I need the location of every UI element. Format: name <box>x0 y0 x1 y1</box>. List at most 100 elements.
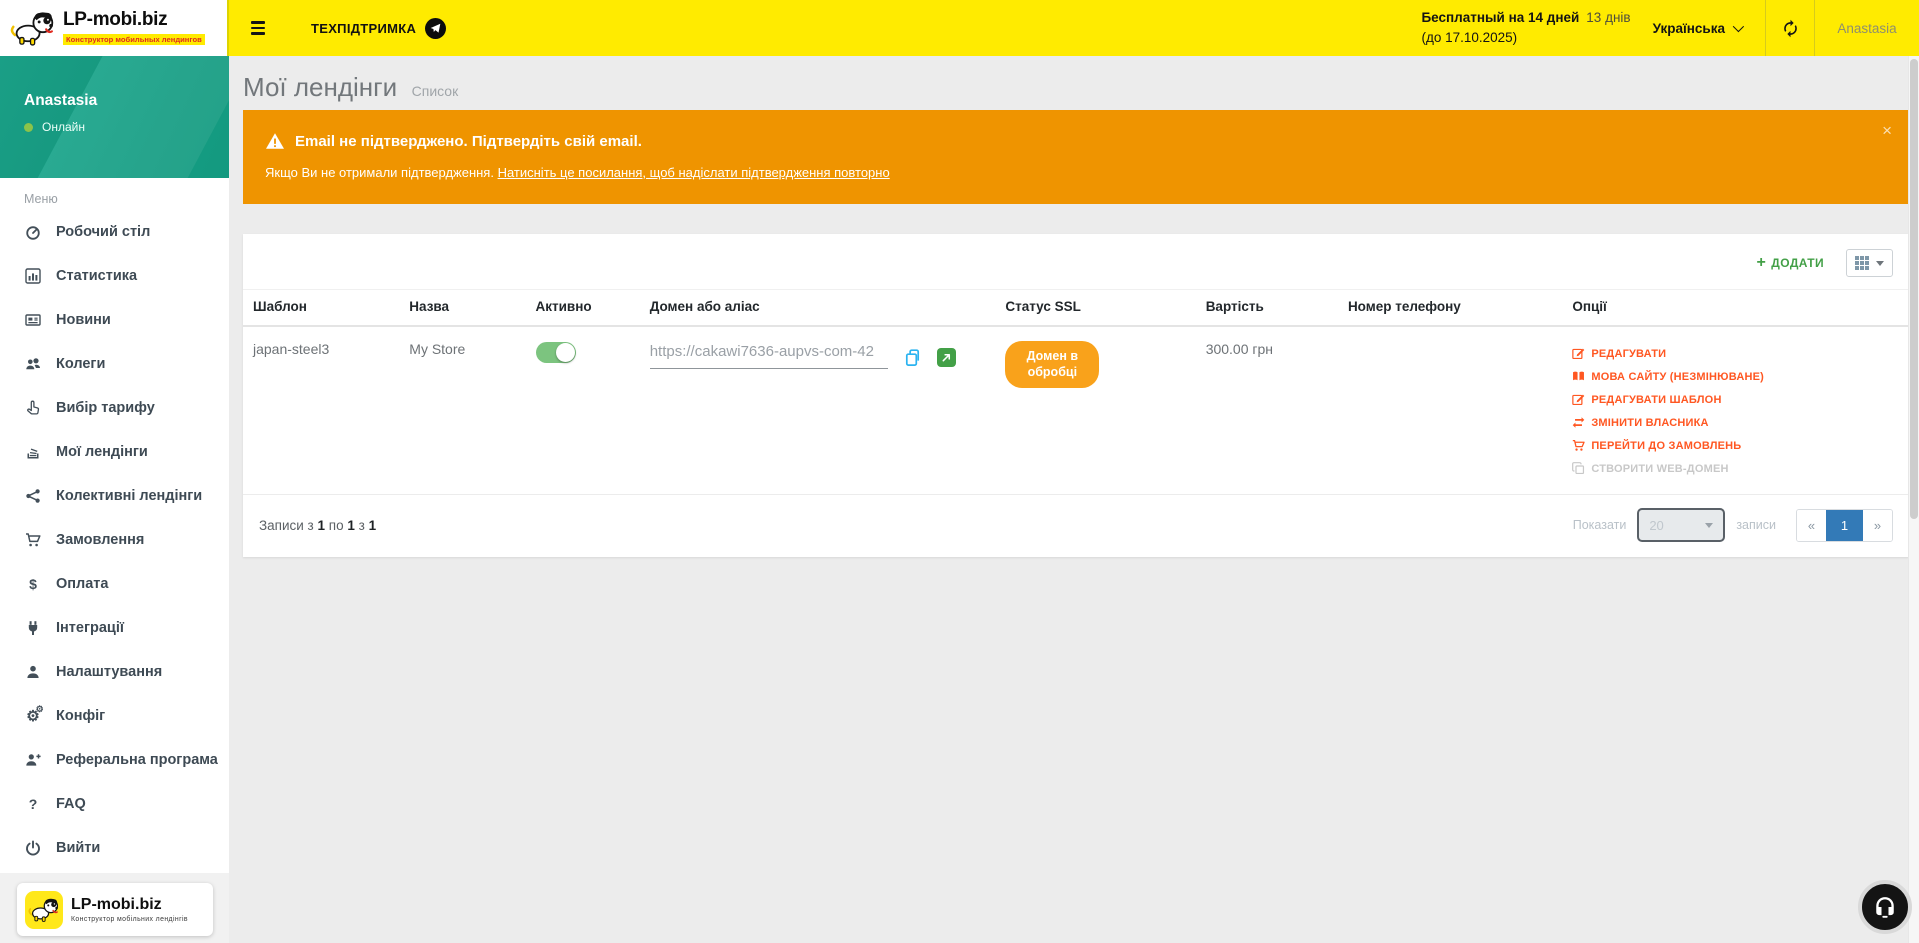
support-link[interactable]: ТЕХПІДТРИМКА <box>311 18 446 39</box>
caret-down-icon <box>1705 523 1713 528</box>
option-site-language[interactable]: МОВА САЙТУ (НЕЗМІНЮВАНЕ) <box>1572 365 1901 388</box>
footer-dog-icon <box>25 891 63 929</box>
option-edit[interactable]: РЕДАГУВАТИ <box>1572 342 1901 365</box>
ssl-status-badge: Домен в обробці <box>1005 341 1099 388</box>
sidebar-item-colleagues[interactable]: Колеги <box>0 342 229 386</box>
option-create-web-domain[interactable]: СТВОРИТИ WEB-ДОМЕН <box>1572 457 1901 480</box>
online-dot <box>24 123 33 132</box>
language-selector[interactable]: Українська <box>1653 21 1741 36</box>
records-info: Записи з 1 по 1 з 1 <box>259 518 376 533</box>
sidebar: Anastasia Онлайн Меню Робочий стіл Стати… <box>0 56 229 943</box>
landings-table: Шаблон Назва Активно Домен або аліас Ста… <box>243 289 1909 495</box>
plan-until: (до 17.10.2025) <box>1421 28 1630 48</box>
question-icon: ? <box>24 796 42 812</box>
refresh-button[interactable] <box>1766 18 1814 39</box>
pagination-next-button[interactable]: » <box>1863 510 1892 541</box>
pagination-page-1-button[interactable]: 1 <box>1826 510 1863 541</box>
column-visibility-button[interactable] <box>1846 249 1893 277</box>
menu-section-label: Меню <box>0 178 229 210</box>
sidebar-item-logout[interactable]: Вийти <box>0 826 229 870</box>
records-label: записи <box>1736 518 1776 532</box>
plan-title: Бесплатный на 14 дней <box>1421 10 1579 25</box>
chevron-down-icon <box>1733 21 1744 32</box>
topbar-username[interactable]: Anastasia <box>1815 21 1919 36</box>
app-root: LP-mobi.biz Конструктор мобильных лендин… <box>0 0 1919 943</box>
resend-confirmation-link[interactable]: Натисніть це посилання, щоб надіслати пі… <box>498 165 890 180</box>
row-name: My Store <box>409 341 465 357</box>
user-plus-icon <box>24 752 42 768</box>
copy-icon[interactable] <box>903 348 922 367</box>
alert-title: Email не підтверджено. Підтвердіть свій … <box>295 133 642 150</box>
sidebar-item-my-landings[interactable]: Мої лендінги <box>0 430 229 474</box>
alert-close-button[interactable]: × <box>1878 118 1896 143</box>
support-label: ТЕХПІДТРИМКА <box>311 21 416 36</box>
domain-input[interactable] <box>650 341 888 369</box>
cart-icon <box>24 532 42 548</box>
page-size-select[interactable]: 20 <box>1637 508 1725 542</box>
cogs-icon: ⚙⚙ <box>24 709 42 724</box>
hamburger-menu-button[interactable] <box>245 15 271 41</box>
hand-pointer-icon <box>24 400 42 416</box>
profile-status: Онлайн <box>42 120 85 134</box>
sidebar-item-dashboard[interactable]: Робочий стіл <box>0 210 229 254</box>
col-header-name: Назва <box>399 290 525 327</box>
col-header-price: Вартість <box>1196 290 1338 327</box>
plan-info: Бесплатный на 14 дней13 днів (до 17.10.2… <box>1421 8 1630 48</box>
sidebar-menu: Робочий стіл Статистика Новини Колеги Ви… <box>0 210 229 870</box>
row-template: japan-steel3 <box>253 341 329 357</box>
pagination-prev-button[interactable]: « <box>1797 510 1826 541</box>
option-edit-template[interactable]: РЕДАГУВАТИ ШАБЛОН <box>1572 388 1901 411</box>
main-content: Мої лендінги Список × Email не підтвердж… <box>229 56 1909 943</box>
page-subtitle: Список <box>412 83 459 99</box>
chat-widget-button[interactable] <box>1858 880 1912 934</box>
option-go-to-orders[interactable]: ПЕРЕЙТИ ДО ЗАМОВЛЕНЬ <box>1572 434 1901 457</box>
footer-brand-name: LP-mobi.biz <box>71 896 188 914</box>
plug-icon <box>24 620 42 636</box>
topbar: LP-mobi.biz Конструктор мобильных лендин… <box>0 0 1919 56</box>
plus-icon: + <box>1757 255 1767 271</box>
page-scrollbar[interactable] <box>1908 56 1919 943</box>
col-header-active: Активно <box>526 290 640 327</box>
dollar-icon: $ <box>24 576 42 592</box>
grid-icon <box>1855 256 1869 270</box>
sidebar-item-news[interactable]: Новини <box>0 298 229 342</box>
power-icon <box>24 840 42 856</box>
dashboard-icon <box>24 224 42 240</box>
sidebar-item-collective-landings[interactable]: Колективні лендінги <box>0 474 229 518</box>
show-label: Показати <box>1573 518 1627 532</box>
telegram-icon <box>425 18 446 39</box>
footer-brand-tagline: Конструктор мобільних лендінгів <box>71 916 188 923</box>
headset-icon <box>1871 893 1899 921</box>
col-header-ssl: Статус SSL <box>995 290 1195 327</box>
brand-logo[interactable]: LP-mobi.biz Конструктор мобильных лендин… <box>0 0 229 56</box>
share-icon <box>24 488 42 504</box>
scrollbar-thumb[interactable] <box>1910 59 1918 519</box>
sidebar-item-faq[interactable]: ? FAQ <box>0 782 229 826</box>
refresh-icon <box>1781 19 1800 38</box>
warning-icon <box>265 132 285 150</box>
sidebar-item-config[interactable]: ⚙⚙ Конфіг <box>0 694 229 738</box>
add-landing-button[interactable]: + ДОДАТИ <box>1751 254 1830 272</box>
sidebar-item-statistics[interactable]: Статистика <box>0 254 229 298</box>
alert-text: Якщо Ви не отримали підтвердження. <box>265 165 498 180</box>
sidebar-item-orders[interactable]: Замовлення <box>0 518 229 562</box>
news-icon <box>24 312 42 328</box>
col-header-phone: Номер телефону <box>1338 290 1562 327</box>
open-link-button[interactable] <box>937 348 956 367</box>
sidebar-profile: Anastasia Онлайн <box>0 56 229 178</box>
brand-name: LP-mobi.biz <box>63 10 205 29</box>
sidebar-item-payment[interactable]: $ Оплата <box>0 562 229 606</box>
sidebar-item-integrations[interactable]: Інтеграції <box>0 606 229 650</box>
user-icon <box>24 664 42 680</box>
sidebar-item-settings[interactable]: Налаштування <box>0 650 229 694</box>
sidebar-item-tariff[interactable]: Вибір тарифу <box>0 386 229 430</box>
users-icon <box>24 356 42 372</box>
stats-icon <box>24 268 42 284</box>
row-price: 300.00 грн <box>1206 341 1273 357</box>
sidebar-footer-logo[interactable]: LP-mobi.biz Конструктор мобільних лендін… <box>17 883 213 936</box>
sidebar-item-referral[interactable]: Реферальна програма <box>0 738 229 782</box>
option-change-owner[interactable]: ЗМІНИТИ ВЛАСНИКА <box>1572 411 1901 434</box>
active-toggle[interactable] <box>536 342 576 363</box>
col-header-template: Шаблон <box>243 290 399 327</box>
landings-icon <box>24 444 42 460</box>
